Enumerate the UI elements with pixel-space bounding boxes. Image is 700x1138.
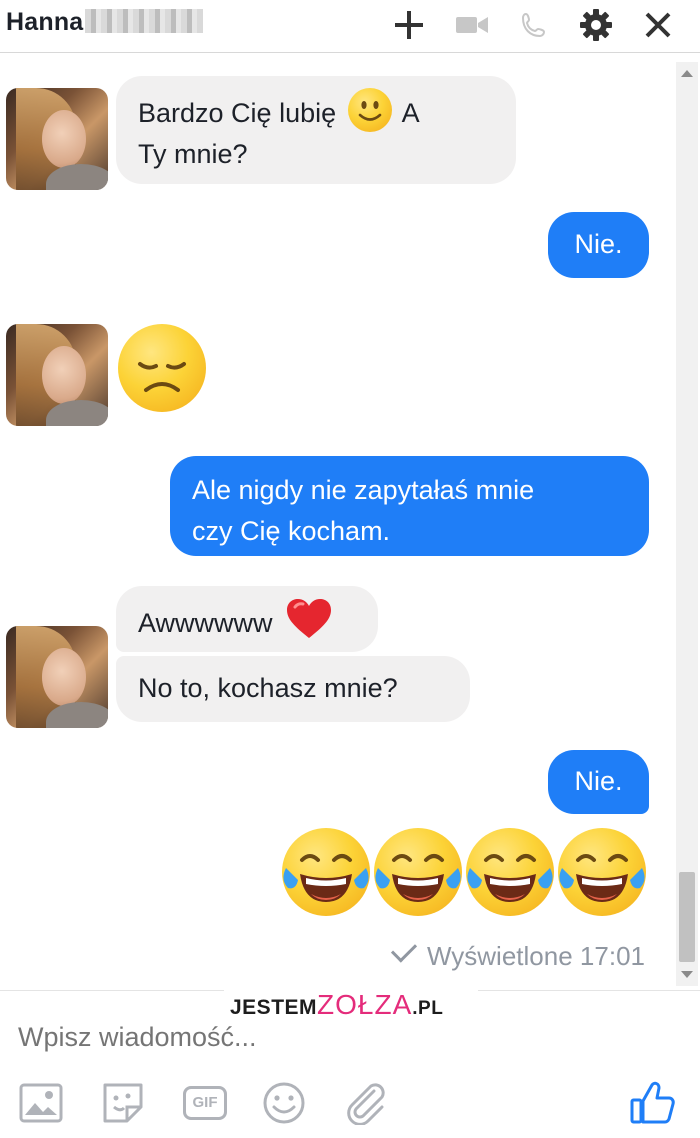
close-icon[interactable] xyxy=(638,5,678,45)
message-text: Awwwwww xyxy=(138,608,273,638)
sticker-icon[interactable] xyxy=(100,1080,146,1126)
slightly-smiling-face-emoji xyxy=(347,88,392,132)
seen-label: Wyświetlone xyxy=(426,941,573,971)
face-with-tears-of-joy-emoji xyxy=(374,828,462,916)
attachment-icon[interactable] xyxy=(343,1080,389,1126)
seen-status: Wyświetlone 17:01 xyxy=(390,936,645,972)
message-input[interactable] xyxy=(18,1022,478,1053)
incoming-message[interactable]: Bardzo Cię lubię A Ty mnie? xyxy=(116,76,516,184)
outgoing-message[interactable]: Nie. xyxy=(548,212,649,278)
contact-name-text: Hanna xyxy=(6,8,84,36)
face-with-tears-of-joy-emoji xyxy=(466,828,554,916)
thumbs-up-icon[interactable] xyxy=(628,1078,678,1128)
message-text: Bardzo Cię lubię xyxy=(138,98,337,128)
video-camera-icon[interactable] xyxy=(452,5,492,45)
disappointed-face-emoji[interactable] xyxy=(118,324,206,412)
gif-label: GIF xyxy=(183,1086,227,1120)
emoji-row[interactable] xyxy=(282,828,652,918)
seen-time: 17:01 xyxy=(579,941,645,971)
face-with-tears-of-joy-emoji xyxy=(282,828,370,916)
watermark-prefix: JESTEM xyxy=(230,996,318,1019)
outgoing-message[interactable]: Ale nigdy nie zapytałaś mnie czy Cię koc… xyxy=(170,456,649,556)
watermark: JESTEMZOŁZA.PL xyxy=(224,988,478,1022)
watermark-suffix: .PL xyxy=(412,998,444,1019)
face-with-tears-of-joy-emoji xyxy=(558,828,646,916)
message-text: Nie. xyxy=(574,229,623,259)
scrollbar-thumb[interactable] xyxy=(679,872,695,962)
outgoing-message[interactable]: Nie. xyxy=(548,750,649,814)
contact-name[interactable]: Hanna xyxy=(6,8,204,37)
message-text: Ty mnie? xyxy=(138,139,248,169)
plus-icon[interactable] xyxy=(389,5,429,45)
check-icon xyxy=(390,936,418,963)
message-text: No to, kochasz mnie? xyxy=(138,673,398,703)
scrollbar[interactable] xyxy=(676,62,698,986)
red-heart-emoji xyxy=(286,598,332,652)
gif-icon[interactable]: GIF xyxy=(180,1080,230,1126)
incoming-message[interactable]: Awwwwww xyxy=(116,586,378,652)
phone-icon[interactable] xyxy=(514,5,554,45)
incoming-message[interactable]: No to, kochasz mnie? xyxy=(116,656,470,722)
message-text: czy Cię kocham. xyxy=(192,516,391,546)
redacted-surname xyxy=(85,9,204,33)
image-icon[interactable] xyxy=(18,1080,64,1126)
scroll-up-arrow[interactable] xyxy=(681,70,693,77)
watermark-logo: ZOŁZA xyxy=(317,989,413,1020)
message-text: Ale nigdy nie zapytałaś mnie xyxy=(192,475,535,505)
contact-avatar[interactable] xyxy=(6,324,108,426)
scroll-down-arrow[interactable] xyxy=(681,971,693,978)
gear-icon[interactable] xyxy=(576,5,616,45)
chat-header: Hanna xyxy=(0,0,700,53)
contact-avatar[interactable] xyxy=(6,88,108,190)
contact-avatar[interactable] xyxy=(6,626,108,728)
message-text: Nie. xyxy=(574,766,623,796)
message-text: A xyxy=(401,98,420,128)
emoji-icon[interactable] xyxy=(261,1080,307,1126)
